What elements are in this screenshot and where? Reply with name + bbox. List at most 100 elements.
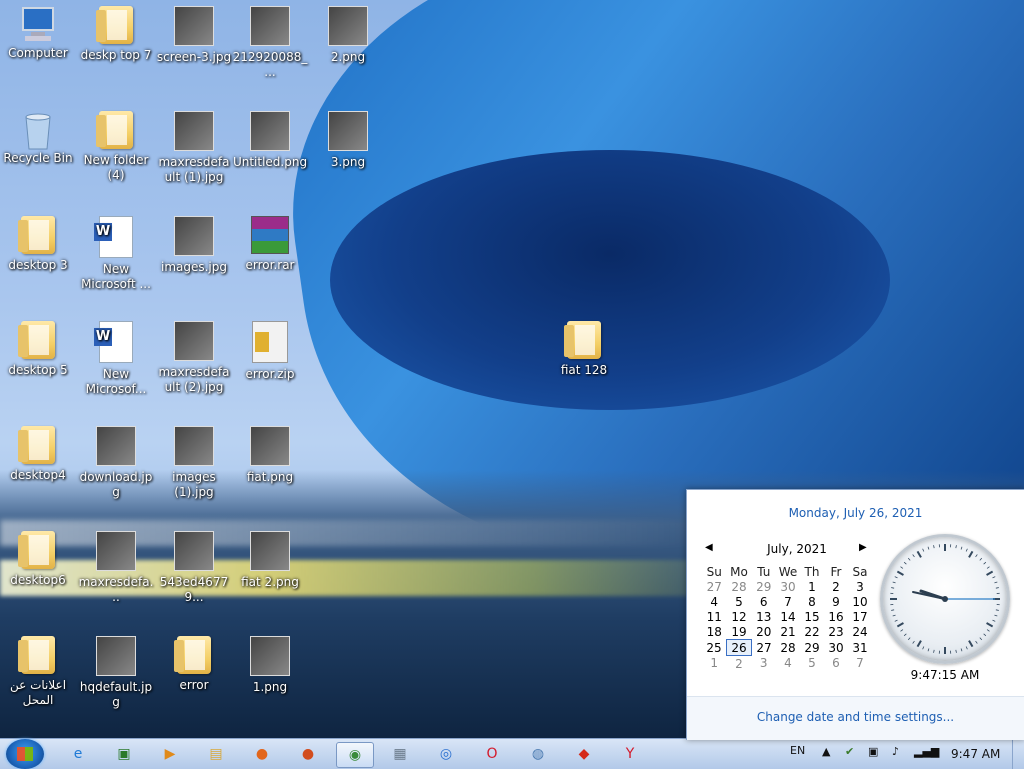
network-signal-icon[interactable]: ▂▄▆ (914, 745, 939, 758)
calendar-day[interactable]: 23 (824, 624, 848, 640)
calendar-day[interactable]: 27 (752, 640, 777, 656)
calendar-day[interactable]: 24 (848, 624, 872, 640)
calculator-icon[interactable]: ▦ (382, 742, 418, 766)
desktop-icon[interactable]: error.zip (232, 321, 308, 382)
calendar-day[interactable]: 29 (800, 640, 824, 656)
chrome-icon[interactable]: ◉ (336, 742, 374, 768)
calendar-day[interactable]: 1 (800, 579, 824, 594)
desktop-icon[interactable]: 3.png (310, 111, 386, 170)
desktop-icon[interactable]: images (1).jpg (156, 426, 232, 500)
calendar-day[interactable]: 4 (776, 656, 800, 672)
desktop-icon[interactable]: maxresdefault (2).jpg (156, 321, 232, 395)
clock-tick (934, 545, 935, 548)
desktop-icon[interactable]: New Microsoft ... (78, 216, 154, 292)
firefox-alt-icon[interactable]: ● (290, 742, 326, 766)
change-date-time-settings-link[interactable]: Change date and time settings... (687, 710, 1024, 724)
calendar-day[interactable]: 6 (752, 594, 777, 609)
calendar-day[interactable]: 2 (727, 656, 752, 672)
long-date-link[interactable]: Monday, July 26, 2021 (687, 506, 1024, 520)
desktop-icon[interactable]: fiat.png (232, 426, 308, 485)
calendar-day[interactable]: 7 (848, 656, 872, 672)
calendar-day[interactable]: 10 (848, 594, 872, 609)
desktop-icon[interactable]: اعلانات عن المحل (0, 636, 76, 708)
calendar-day[interactable]: 21 (776, 624, 800, 640)
desktop-icon[interactable]: hqdefault.jpg (78, 636, 154, 710)
calendar-day[interactable]: 18 (702, 624, 727, 640)
calendar-day[interactable]: 3 (752, 656, 777, 672)
desktop-icon[interactable]: maxresdefa... (78, 531, 154, 605)
next-month-icon[interactable]: ▶ (859, 542, 867, 553)
calendar-day[interactable]: 28 (727, 579, 752, 594)
calendar-day[interactable]: 19 (727, 624, 752, 640)
calendar-day[interactable]: 20 (752, 624, 777, 640)
desktop-icon[interactable]: New Microsof... (78, 321, 154, 397)
desktop-icon[interactable]: images.jpg (156, 216, 232, 275)
calendar-day[interactable]: 9 (824, 594, 848, 609)
desktop-icon[interactable]: deskp top 7 (78, 6, 154, 63)
show-desktop-button[interactable] (1012, 739, 1024, 769)
yandex-icon[interactable]: Y (612, 742, 648, 766)
desktop-icon[interactable]: 212920088_... (232, 6, 308, 80)
calendar-day[interactable]: 3 (848, 579, 872, 594)
firefox-icon[interactable]: ● (244, 742, 280, 766)
calendar-day[interactable]: 27 (702, 579, 727, 594)
desktop-icon[interactable]: fiat 2.png (232, 531, 308, 590)
calendar-day[interactable]: 6 (824, 656, 848, 672)
tray-expand-icon[interactable]: ▲ (822, 745, 830, 758)
calendar-day[interactable]: 5 (800, 656, 824, 672)
desktop-icon[interactable]: Untitled.png (232, 111, 308, 170)
calendar-day[interactable]: 2 (824, 579, 848, 594)
calendar-day[interactable]: 14 (776, 609, 800, 624)
clock-tick (901, 630, 903, 632)
superman-icon[interactable]: ◆ (566, 742, 602, 766)
desktop-icon[interactable]: desktop4 (0, 426, 76, 483)
language-indicator[interactable]: EN (790, 744, 805, 757)
calendar-day[interactable]: 5 (727, 594, 752, 609)
desktop-icon[interactable]: download.jpg (78, 426, 154, 500)
calendar-day[interactable]: 17 (848, 609, 872, 624)
desktop-icon[interactable]: 1.png (232, 636, 308, 695)
start-button[interactable] (6, 739, 44, 769)
desktop-icon[interactable]: desktop 5 (0, 321, 76, 378)
security-icon[interactable]: ✔ (845, 745, 854, 758)
calendar-day[interactable]: 28 (776, 640, 800, 656)
desktop-icon[interactable]: Recycle Bin (0, 111, 76, 166)
calendar-day[interactable]: 30 (824, 640, 848, 656)
desktop-icon[interactable]: 543ed46779... (156, 531, 232, 605)
desktop-icon[interactable]: screen-3.jpg (156, 6, 232, 65)
desktop-icon[interactable]: error (156, 636, 232, 693)
desktop-icon[interactable]: error.rar (232, 216, 308, 273)
calendar-day[interactable]: 15 (800, 609, 824, 624)
calendar-day[interactable]: 13 (752, 609, 777, 624)
desktop-icon[interactable]: 2.png (310, 6, 386, 65)
file-explorer-icon[interactable]: ▤ (198, 742, 234, 766)
taskbar-clock[interactable]: 9:47 AM (951, 747, 1000, 761)
calendar-day[interactable]: 4 (702, 594, 727, 609)
desktop-icon[interactable]: Computer (0, 6, 76, 61)
device-icon[interactable]: ▣ (868, 745, 878, 758)
calendar-day[interactable]: 29 (752, 579, 777, 594)
calendar-day[interactable]: 30 (776, 579, 800, 594)
volume-icon[interactable]: ♪ (892, 745, 899, 758)
chrome-blue-icon[interactable]: ◎ (428, 742, 464, 766)
desktop-icon[interactable]: desktop 3 (0, 216, 76, 273)
desktop-icon[interactable]: maxresdefault (1).jpg (156, 111, 232, 185)
opera-icon[interactable]: O (474, 742, 510, 766)
desktop-icon[interactable]: New folder (4) (78, 111, 154, 183)
desktop-icon[interactable]: fiat 128 (546, 321, 622, 378)
calendar-day[interactable]: 16 (824, 609, 848, 624)
calendar-day[interactable]: 8 (800, 594, 824, 609)
calendar-day[interactable]: 25 (702, 640, 727, 656)
calendar-day[interactable]: 11 (702, 609, 727, 624)
calendar-day[interactable]: 7 (776, 594, 800, 609)
calendar-day[interactable]: 31 (848, 640, 872, 656)
network-app-icon[interactable]: ◍ (520, 742, 556, 766)
calendar-day[interactable]: 26 (727, 640, 752, 656)
terminal-icon[interactable]: ▣ (106, 742, 142, 766)
desktop-icon[interactable]: desktop6 (0, 531, 76, 588)
internet-explorer-icon[interactable]: e (60, 742, 96, 766)
calendar-day[interactable]: 12 (727, 609, 752, 624)
calendar-day[interactable]: 22 (800, 624, 824, 640)
media-player-icon[interactable]: ▶ (152, 742, 188, 766)
calendar-day[interactable]: 1 (702, 656, 727, 672)
